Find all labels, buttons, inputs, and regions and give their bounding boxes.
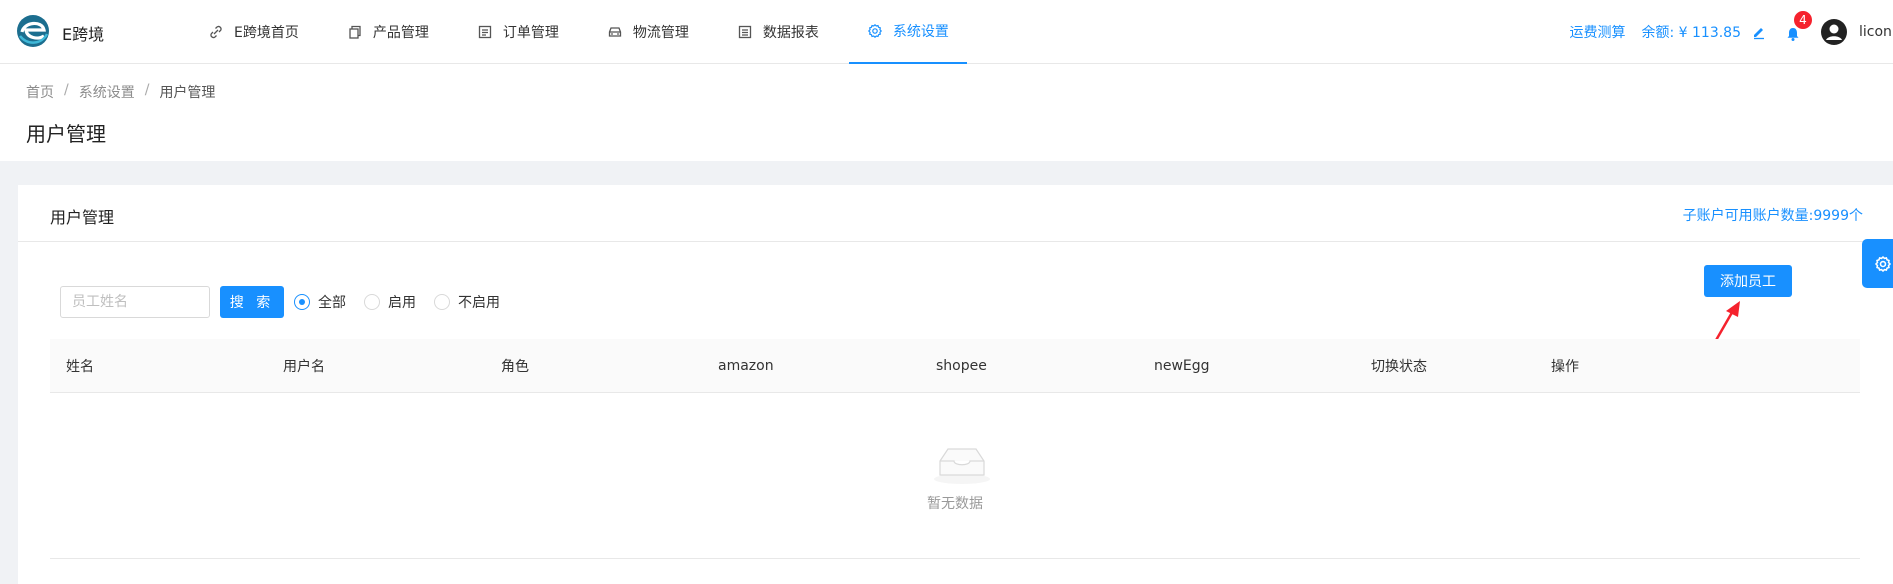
nav-label: 产品管理 [372, 25, 429, 41]
nav-item-orders[interactable]: 订单管理 [459, 0, 577, 64]
page-header: 首页 / 系统设置 / 用户管理 用户管理 [0, 64, 1893, 161]
search-button[interactable]: 搜 索 [220, 286, 284, 318]
logo-icon[interactable] [16, 14, 50, 48]
empty-state: 暂无数据 [50, 393, 1860, 559]
column-header-status-toggle: 切换状态 [1371, 358, 1427, 375]
avatar[interactable] [1821, 19, 1847, 45]
nav-label: 数据报表 [762, 25, 819, 41]
notification-badge: 4 [1793, 10, 1813, 30]
card-header: 用户管理 子账户可用账户数量:9999个 [18, 185, 1893, 242]
radio-dot [364, 294, 380, 310]
header-right: 运费测算 余额: ¥ 113.85 4 licon [1569, 0, 1893, 64]
report-icon [737, 24, 753, 40]
car-icon [607, 24, 623, 40]
column-header-shopee: shopee [936, 357, 987, 374]
column-header-name: 姓名 [66, 358, 94, 375]
nav-label: 系统设置 [892, 24, 949, 40]
edit-icon[interactable] [1751, 24, 1767, 40]
list-icon [477, 24, 493, 40]
breadcrumb-separator: / [144, 82, 150, 98]
gear-icon [867, 23, 883, 39]
username[interactable]: licon [1859, 24, 1893, 40]
user-icon [1821, 19, 1847, 45]
column-header-role: 角色 [501, 358, 529, 375]
add-employee-button[interactable]: 添加员工 [1704, 265, 1792, 297]
link-icon [208, 24, 224, 40]
radio-label: 全部 [318, 295, 346, 311]
floating-settings-button[interactable] [1862, 239, 1893, 288]
radio-label: 不启用 [458, 295, 500, 311]
nav-item-settings[interactable]: 系统设置 [848, 0, 967, 64]
nav-item-home[interactable]: E跨境首页 [190, 0, 317, 64]
nav-item-logistics[interactable]: 物流管理 [589, 0, 707, 64]
breadcrumb-current: 用户管理 [159, 85, 216, 101]
breadcrumb-home[interactable]: 首页 [26, 82, 54, 102]
column-header-actions: 操作 [1551, 358, 1579, 375]
freight-calc-link[interactable]: 运费测算 [1569, 22, 1625, 42]
breadcrumb-separator: / [64, 82, 69, 98]
radio-enabled[interactable]: 启用 [364, 292, 416, 312]
radio-dot [434, 294, 450, 310]
page-title: 用户管理 [26, 122, 106, 146]
nav-item-reports[interactable]: 数据报表 [719, 0, 837, 64]
gear-icon [1874, 255, 1891, 272]
column-header-amazon: amazon [718, 357, 774, 374]
nav-label: 物流管理 [632, 25, 689, 41]
radio-disabled[interactable]: 不启用 [434, 292, 500, 312]
empty-text: 暂无数据 [927, 496, 983, 512]
copy-icon [347, 24, 363, 40]
breadcrumb-section[interactable]: 系统设置 [79, 82, 135, 102]
empty-inbox-icon [934, 448, 990, 484]
table-header: 姓名 用户名 角色 amazon shopee newEgg 切换状态 操作 [50, 339, 1860, 393]
logo-text: E跨境 [62, 25, 105, 44]
nav-item-products[interactable]: 产品管理 [329, 0, 447, 64]
notification-bell[interactable]: 4 [1785, 10, 1813, 42]
status-filter: 全部 启用 不启用 [294, 286, 518, 318]
employee-name-input[interactable] [60, 286, 210, 318]
balance-text: 余额: ¥ 113.85 [1641, 25, 1741, 41]
column-header-username: 用户名 [283, 358, 325, 375]
main-nav: E跨境首页 产品管理 订单管理 物流管理 数据报表 系统设置 [190, 0, 979, 64]
user-table: 姓名 用户名 角色 amazon shopee newEgg 切换状态 操作 暂… [50, 339, 1860, 559]
radio-label: 启用 [388, 295, 416, 311]
sub-account-quota: 子账户可用账户数量:9999个 [1682, 208, 1863, 224]
nav-label: 订单管理 [502, 25, 559, 41]
card-title: 用户管理 [50, 208, 115, 227]
breadcrumb: 首页 / 系统设置 / 用户管理 [26, 82, 215, 102]
top-navbar: E跨境 E跨境首页 产品管理 订单管理 物流管理 数据报表 系统设置 运费测算 … [0, 0, 1893, 64]
radio-dot [294, 294, 310, 310]
column-header-newegg: newEgg [1154, 357, 1210, 374]
user-management-card: 用户管理 子账户可用账户数量:9999个 搜 索 全部 启用 不启用 添加员工 … [18, 185, 1893, 584]
nav-label: E跨境首页 [234, 25, 299, 41]
radio-all[interactable]: 全部 [294, 292, 346, 312]
